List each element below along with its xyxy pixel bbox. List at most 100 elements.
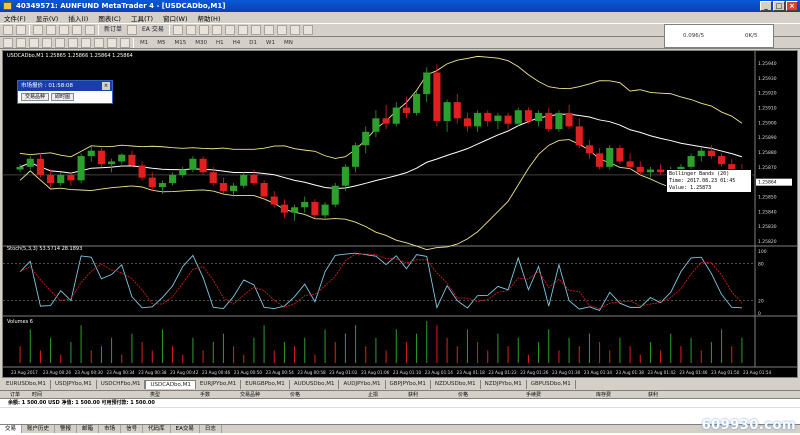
timeframe-h4[interactable]: H4 <box>230 38 244 48</box>
chart-tab[interactable]: GBPJPYbo,M1 <box>386 379 431 389</box>
window-titlebar[interactable]: 40349571: AUNFUND MetaTrader 4 - [USDCAD… <box>0 0 800 12</box>
terminal-tab[interactable]: 代码库 <box>143 425 171 433</box>
terminal-tab[interactable]: 日志 <box>200 425 222 433</box>
terminal-column-header[interactable]: 价格 <box>448 391 516 398</box>
chart-tab[interactable]: AUDUSDbo,M1 <box>290 379 340 389</box>
price-chart-canvas[interactable]: 1.25940 1.25930 1.25920 1.25910 1.25900 1.258… <box>3 51 797 377</box>
tile-windows-icon[interactable] <box>237 25 248 35</box>
terminal-column-header[interactable]: 获利 <box>398 391 448 398</box>
candle-body <box>463 118 471 127</box>
terminal-column-header[interactable]: 类型 <box>140 391 190 398</box>
text-icon[interactable] <box>94 37 104 48</box>
chart-tab[interactable]: GBPUSDbo,M1 <box>527 379 576 389</box>
new-order-button[interactable]: 新订单 <box>102 25 124 35</box>
terminal-tab[interactable]: 邮箱 <box>77 425 100 433</box>
zoom-out-icon[interactable] <box>224 25 235 35</box>
terminal-tab[interactable]: 市场 <box>99 425 122 433</box>
periods-icon[interactable] <box>289 25 300 35</box>
autoscroll-icon[interactable] <box>250 25 261 35</box>
cursor-icon[interactable] <box>3 37 13 48</box>
terminal-column-header[interactable]: 时间 <box>22 391 140 398</box>
channel-icon[interactable] <box>68 37 78 48</box>
timeframe-m30[interactable]: M30 <box>192 38 210 48</box>
tab-tick-chart[interactable]: 即时图 <box>51 93 75 101</box>
terminal-column-header[interactable]: 价格 <box>280 391 358 398</box>
indicators-icon[interactable] <box>276 25 287 35</box>
terminal-tab[interactable]: 警报 <box>55 425 78 433</box>
timeframe-m5[interactable]: M5 <box>154 38 168 48</box>
terminal-column-header[interactable]: 止损 <box>358 391 398 398</box>
zoom-in-icon[interactable] <box>211 25 222 35</box>
timeframe-w1[interactable]: W1 <box>263 38 278 48</box>
expert-advisor-button[interactable]: EA 交易 <box>140 25 166 35</box>
terminal-tab[interactable]: 账户历史 <box>22 425 56 433</box>
candlestick-icon[interactable] <box>185 25 196 35</box>
terminal-column-header[interactable]: 手数 <box>190 391 230 398</box>
chart-tab[interactable]: EURUSDbo,M1 <box>2 379 51 389</box>
menu-help[interactable]: 帮助(H) <box>198 13 221 23</box>
terminal-column-header[interactable]: 库存费 <box>586 391 638 398</box>
menu-view[interactable]: 显示(V) <box>36 13 59 23</box>
candle-body <box>443 102 451 122</box>
chart-tab[interactable]: AUDJPYbo,M1 <box>339 379 386 389</box>
bar-chart-icon[interactable] <box>172 25 183 35</box>
templates-icon[interactable] <box>302 25 313 35</box>
market-watch-popup[interactable]: 市场报价 : 01:58:08 × 交易品种 即时图 <box>17 80 113 104</box>
stoch-axis-label: 20 <box>758 299 764 305</box>
terminal-column-header[interactable]: 订单 <box>0 391 22 398</box>
chart-tab[interactable]: NZDUSDbo,M1 <box>431 379 481 389</box>
chart-window[interactable]: 1.25940 1.25930 1.25920 1.25910 1.25900 1.258… <box>2 50 798 378</box>
tab-symbols[interactable]: 交易品种 <box>21 93 50 101</box>
time-axis-label: 23 Aug 00:42 <box>170 370 199 375</box>
minimize-button[interactable]: _ <box>760 1 772 11</box>
chart-tab[interactable]: USDCHFbo,M1 <box>97 379 146 389</box>
menu-window[interactable]: 窗口(W) <box>163 13 188 23</box>
chart-tab[interactable]: NZDJPYbo,M1 <box>481 379 527 389</box>
timeframe-d1[interactable]: D1 <box>246 38 260 48</box>
popup-close-icon[interactable]: × <box>102 82 110 90</box>
text-label-icon[interactable] <box>107 37 117 48</box>
terminal-tab[interactable]: EA交易 <box>171 425 200 433</box>
chart-tab[interactable]: USDJPYbo,M1 <box>51 379 97 389</box>
terminal-icon[interactable] <box>72 25 82 35</box>
maximize-button[interactable]: □ <box>773 1 785 11</box>
timeframe-mn[interactable]: MN <box>281 38 296 48</box>
terminal-tab[interactable]: 信号 <box>121 425 144 433</box>
data-window-icon[interactable] <box>46 25 56 35</box>
terminal-tab[interactable]: 交易 <box>0 425 23 433</box>
timeframe-m1[interactable]: M1 <box>137 38 151 48</box>
chart-tab[interactable]: USDCADbo,M1 <box>145 379 196 389</box>
tester-icon[interactable] <box>85 25 95 35</box>
crosshair-icon[interactable] <box>16 37 26 48</box>
menu-insert[interactable]: 插入(I) <box>68 13 88 23</box>
navigator-icon[interactable] <box>59 25 69 35</box>
terminal-column-header[interactable]: 交易品种 <box>230 391 280 398</box>
metaeditor-icon[interactable] <box>127 25 138 35</box>
new-chart-icon[interactable] <box>3 25 13 35</box>
timeframe-h1[interactable]: H1 <box>213 38 227 48</box>
vertical-line-icon[interactable] <box>29 37 39 48</box>
timeframe-m15[interactable]: M15 <box>172 38 190 48</box>
menu-tools[interactable]: 工具(T) <box>131 13 153 23</box>
candle-body <box>545 112 553 130</box>
close-button[interactable]: × <box>786 1 798 11</box>
chart-tab[interactable]: EURJPYbo,M1 <box>196 379 242 389</box>
time-axis-label: 23 Aug 01:46 <box>679 370 708 375</box>
menu-charts[interactable]: 图表(C) <box>98 13 121 23</box>
horizontal-line-icon[interactable] <box>42 37 52 48</box>
trendline-icon[interactable] <box>55 37 65 48</box>
fibonacci-icon[interactable] <box>81 37 91 48</box>
menu-file[interactable]: 文件(F) <box>4 13 26 23</box>
candle-body <box>16 166 24 170</box>
time-axis-label: 23 Aug 01:34 <box>584 370 613 375</box>
tooltip-time: Time: 2017.08.23 01:45 <box>669 178 736 184</box>
market-watch-icon[interactable] <box>33 25 43 35</box>
profiles-icon[interactable] <box>16 25 26 35</box>
candle-body <box>575 126 583 146</box>
line-chart-icon[interactable] <box>198 25 209 35</box>
chart-tab[interactable]: EURGBPbo,M1 <box>241 379 290 389</box>
terminal-column-header[interactable]: 获利 <box>638 391 678 398</box>
terminal-column-header[interactable]: 手续费 <box>516 391 586 398</box>
chart-shift-icon[interactable] <box>263 25 274 35</box>
arrows-icon[interactable] <box>120 37 130 48</box>
